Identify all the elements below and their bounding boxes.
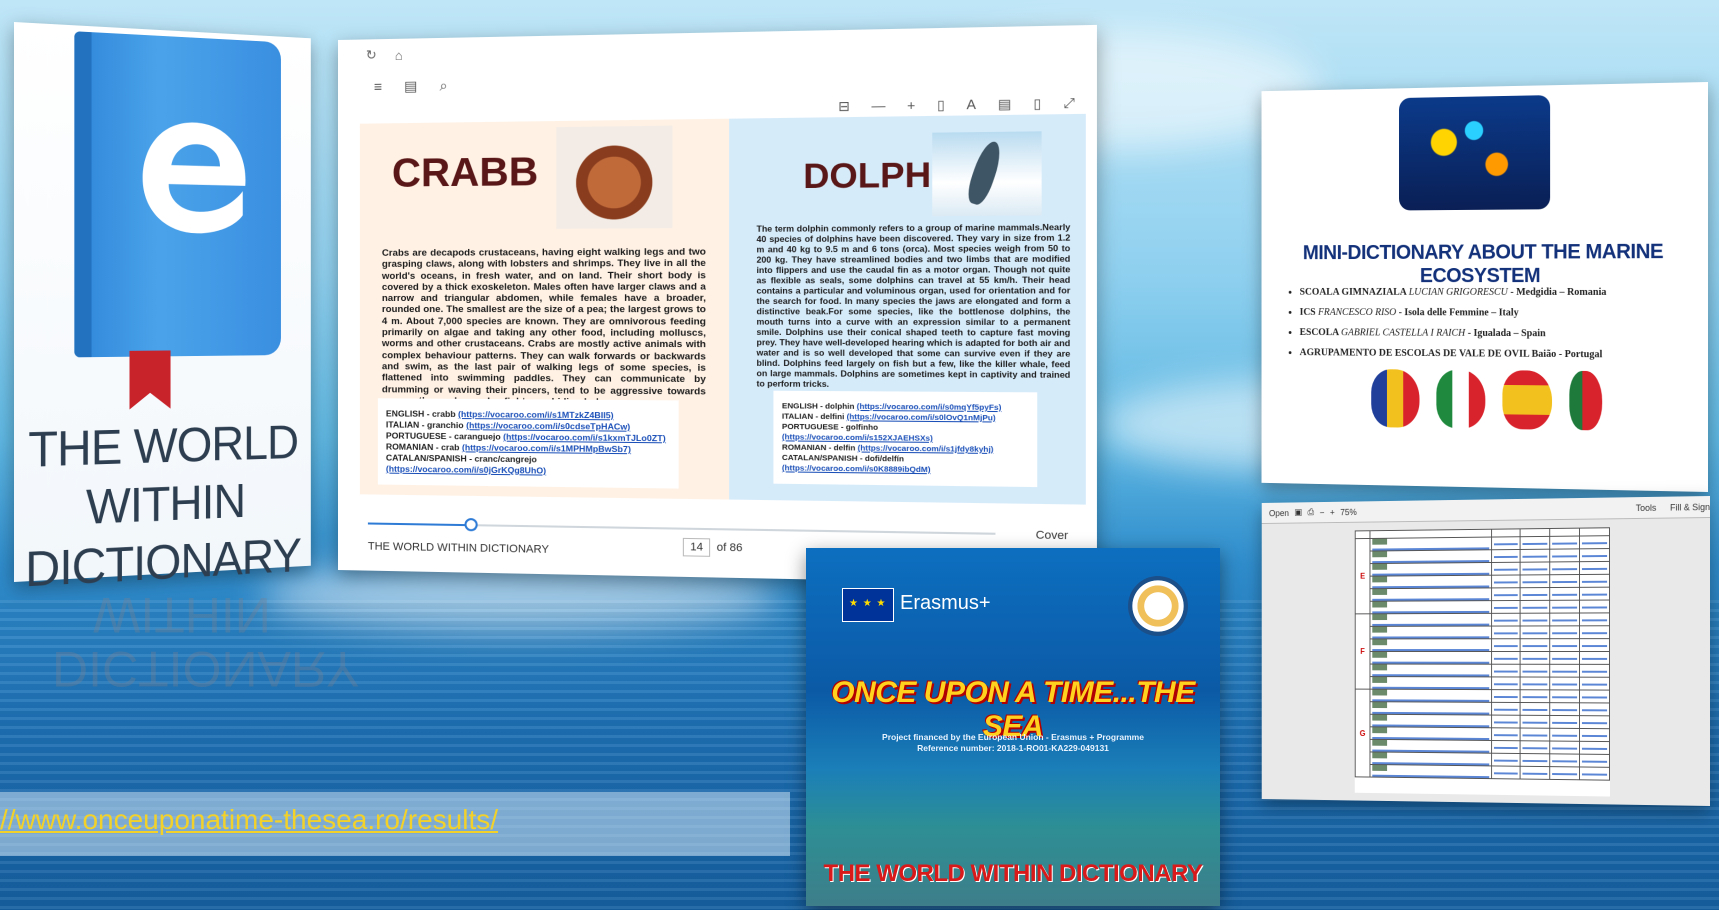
zoom-out-icon[interactable]: — [871,98,885,115]
list-item: ICS FRANCESCO RISO - Isola delle Femmine… [1300,302,1607,323]
results-link[interactable]: //www.onceuponatime-thesea.ro/results/ [0,804,498,836]
table-row [1355,677,1609,691]
contents-icon[interactable]: ≡ [374,78,382,94]
layout-icon[interactable]: ▯ [1033,95,1041,112]
pdf-page: E F G [1355,527,1610,796]
refresh-icon[interactable]: ↻ [366,47,377,63]
pronunciation-links: ENGLISH - crabb (https://vocaroo.com/i/s… [378,398,679,488]
link-row: CATALAN/SPANISH - dofi/delfín (https://v… [782,453,1028,477]
print-icon[interactable]: ⎙ [1308,507,1315,518]
zoom-level[interactable]: 75% [1340,507,1357,517]
list-item: AGRUPAMENTO DE ESCOLAS DE VALE DE OVIL B… [1300,343,1607,366]
page-slider[interactable] [368,522,996,534]
italy-flag-icon [1436,370,1485,429]
pronunciation-links: ENGLISH - dolphin (https://vocaroo.com/i… [773,391,1037,487]
zoom-in-icon[interactable]: + [1330,507,1335,517]
erasmus-label: Erasmus+ [900,592,991,615]
country-flags [1371,369,1602,430]
bookmark-icon [130,350,171,409]
cover-link[interactable]: Cover [1036,529,1068,542]
page-crabb: CRABB Crabs are decapods crustaceans, ha… [360,119,729,500]
table-row [1355,664,1609,677]
audio-link[interactable]: (https://vocaroo.com/i/s1kxmTJLo0ZT) [503,432,666,444]
text-options-icon[interactable]: ▤ [998,96,1011,113]
table-row [1355,626,1609,639]
audio-link[interactable]: (https://vocaroo.com/i/s0cdseTpHACw) [466,420,630,432]
book-name: THE WORLD WITHIN DICTIONARY [368,541,549,556]
page-number-input[interactable]: 14 [683,538,711,557]
list-item: ESCOLA GABRIEL CASTELLA I RAICH - Iguala… [1300,322,1607,344]
dolphin-image [932,131,1041,216]
list-item: SCOALA GIMNAZIALA LUCIAN GRIGORESCU - Me… [1300,282,1607,303]
zoom-in-icon[interactable]: + [907,97,915,114]
audio-link[interactable]: (https://vocaroo.com/i/s0jGrKQg8UhO) [386,464,546,476]
audio-link[interactable]: (https://vocaroo.com/i/s0K8889ibQdM) [782,463,931,474]
audio-link[interactable]: (https://vocaroo.com/i/s152XJAEHSXs) [782,432,933,443]
zoom-out-icon[interactable]: − [1320,507,1325,517]
portugal-flag-icon [1569,371,1602,431]
project-subtitle: Project financed by the European Union -… [806,732,1220,754]
dictionary-table: E F G [1355,527,1610,780]
page-total: of 86 [717,542,743,555]
edge-logo-icon [130,107,258,245]
audio-link[interactable]: (https://vocaroo.com/i/s0mqYf5pyFs) [857,402,1002,412]
page-dolphin: DOLPHIN The term dolphin commonly refers… [729,114,1086,505]
audio-link[interactable]: (https://vocaroo.com/i/s0lOvQ1nMjPu) [847,412,996,423]
ebook-reader-window[interactable]: ↻ ⌂ ≡ ▤ ⌕ ⊟ — + ▯ A ▤ ▯ ⤢ CRABB Crabs ar… [338,25,1097,585]
table-row [1355,600,1609,614]
mini-dictionary-cover[interactable]: MINI-DICTIONARY ABOUT THE MARINE ECOSYST… [1262,82,1708,492]
table-row: F [1355,613,1609,627]
table-row [1355,651,1609,664]
book-title-reflection: DICTIONARY WITHIN [52,588,312,696]
read-aloud-icon[interactable]: A [966,96,975,113]
eu-flag-icon [842,588,894,622]
dictionary-book-cover[interactable]: THE WORLD WITHIN DICTIONARY [14,22,311,582]
mini-dictionary-title: MINI-DICTIONARY ABOUT THE MARINE ECOSYST… [1262,240,1708,288]
link-row: CATALAN/SPANISH - cranc/cangrejo (https:… [386,453,670,479]
tropical-fish-image [1399,95,1550,210]
page-indicator: 14 of 86 [683,538,743,558]
spain-flag-icon [1502,370,1552,429]
fill-sign-button[interactable]: Fill & Sign [1670,502,1710,513]
search-icon[interactable]: ⌕ [440,77,448,94]
save-icon[interactable]: ▣ [1294,507,1302,518]
link-row: PORTUGUESE - golfinho (https://vocaroo.c… [782,422,1028,445]
table-row [1355,764,1609,780]
book-title: THE WORLD WITHIN DICTIONARY [24,413,302,599]
page-body-text: The term dolphin commonly refers to a gr… [757,222,1071,391]
table-row [1355,639,1609,652]
slider-fill [368,522,471,526]
audio-link[interactable]: (https://vocaroo.com/i/s1jfdy8kyhj) [858,443,994,454]
home-icon[interactable]: ⌂ [395,47,403,62]
cover-bottom-title: THE WORLD WITHIN DICTIONARY [806,860,1220,888]
audio-link[interactable]: (https://vocaroo.com/i/s1MTzkZ4BII5) [458,409,614,420]
fullscreen-icon[interactable]: ⤢ [1063,95,1075,112]
bookmarks-icon[interactable]: ▤ [404,77,417,94]
page-heading: CRABB [392,150,538,197]
erasmus-project-cover[interactable]: Erasmus+ ONCE UPON A TIME...THE SEA Proj… [806,548,1220,906]
crab-image [556,126,672,229]
fit-page-icon[interactable]: ⊟ [838,98,850,115]
pdf-toolbar: Open ▣ ⎙ − + 75% Tools Fill & Sign [1262,496,1710,524]
table-row [1355,587,1609,601]
school-list: SCOALA GIMNAZIALA LUCIAN GRIGORESCU - Me… [1289,282,1607,365]
audio-link[interactable]: (https://vocaroo.com/i/s1MPHMpBwSb7) [462,442,631,454]
url-banner: //www.onceuponatime-thesea.ro/results/ [0,792,790,856]
reader-view-tools: ⊟ — + ▯ A ▤ ▯ ⤢ [838,95,1075,115]
slider-handle[interactable] [464,518,477,531]
page-body-text: Crabs are decapods crustaceans, having e… [382,246,706,409]
pdf-viewer-window[interactable]: Open ▣ ⎙ − + 75% Tools Fill & Sign E F G [1262,496,1710,806]
open-button[interactable]: Open [1269,508,1289,518]
project-logo-icon [1128,576,1188,636]
tools-button[interactable]: Tools [1636,502,1664,512]
romania-flag-icon [1371,369,1419,428]
page-view-icon[interactable]: ▯ [937,97,945,114]
